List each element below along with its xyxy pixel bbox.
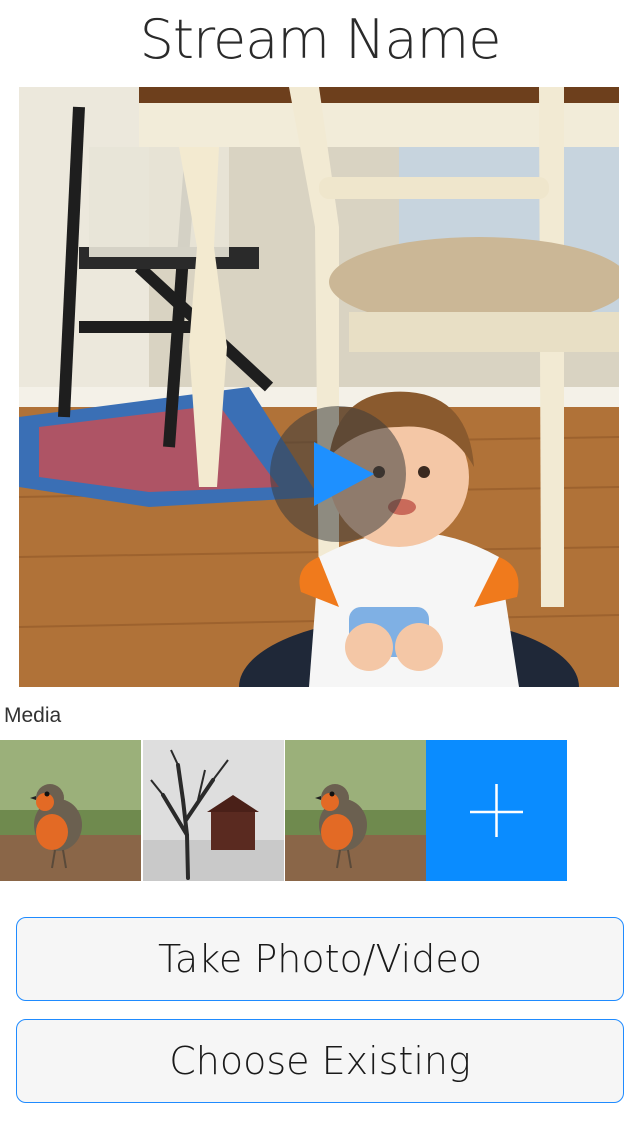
robin-image [285, 740, 426, 881]
choose-existing-button[interactable]: Choose Existing [16, 1019, 624, 1103]
video-preview-image [19, 87, 619, 687]
play-button[interactable] [270, 406, 406, 542]
plus-icon [470, 784, 523, 837]
play-icon [314, 442, 374, 506]
video-preview[interactable] [19, 87, 619, 687]
media-thumbnail-robin[interactable] [0, 740, 141, 881]
media-thumbnail-tree[interactable] [143, 740, 284, 881]
media-thumbnail-robin[interactable] [285, 740, 426, 881]
take-photo-video-button[interactable]: Take Photo/Video [16, 917, 624, 1001]
page-title: Stream Name [139, 8, 502, 71]
media-strip [0, 740, 640, 881]
add-media-button[interactable] [426, 740, 567, 881]
tree-image [143, 740, 284, 881]
media-section-label: Media [4, 704, 62, 727]
robin-image [0, 740, 141, 881]
